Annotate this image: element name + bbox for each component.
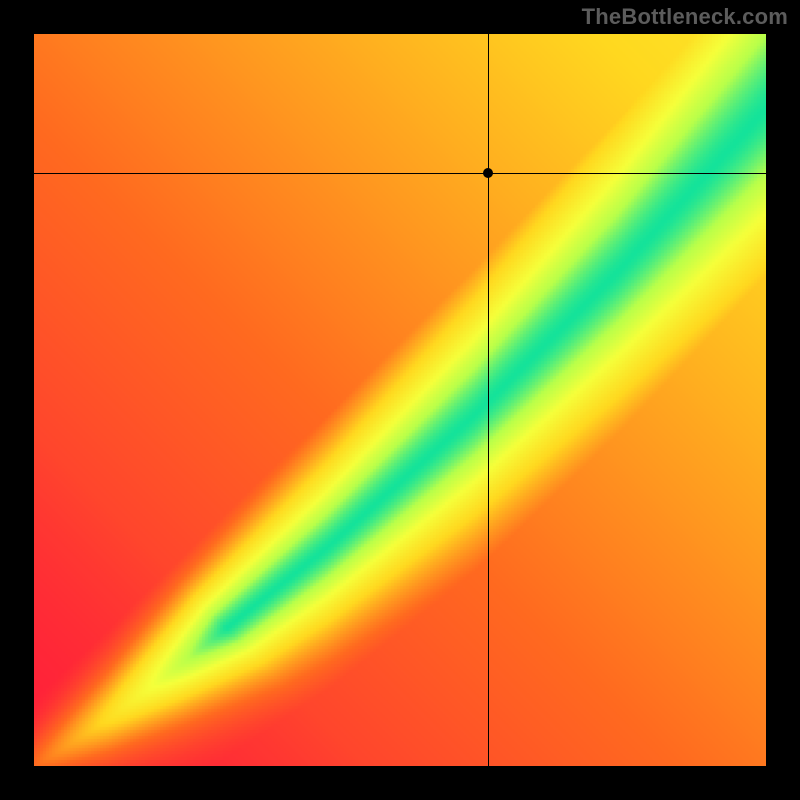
heatmap-canvas: [34, 34, 766, 766]
heatmap-plot: [34, 34, 766, 766]
watermark-text: TheBottleneck.com: [582, 4, 788, 30]
chart-container: TheBottleneck.com: [0, 0, 800, 800]
